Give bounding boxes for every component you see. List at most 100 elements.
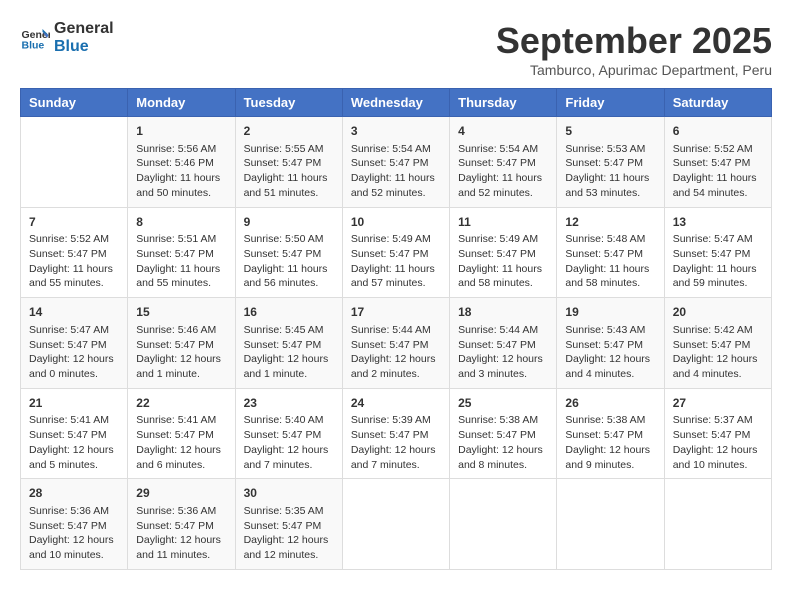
day-number: 26 xyxy=(565,395,655,412)
calendar-cell: 3Sunrise: 5:54 AMSunset: 5:47 PMDaylight… xyxy=(342,117,449,208)
daylight-text: Daylight: 11 hours and 59 minutes. xyxy=(673,263,757,290)
weekday-header: Friday xyxy=(557,89,664,117)
daylight-text: Daylight: 11 hours and 58 minutes. xyxy=(458,263,542,290)
day-number: 6 xyxy=(673,123,763,140)
sunrise-text: Sunrise: 5:39 AM xyxy=(351,414,431,426)
calendar-week-row: 28Sunrise: 5:36 AMSunset: 5:47 PMDayligh… xyxy=(21,479,772,570)
sunrise-text: Sunrise: 5:51 AM xyxy=(136,233,216,245)
title-block: September 2025 Tamburco, Apurimac Depart… xyxy=(496,20,772,78)
day-number: 27 xyxy=(673,395,763,412)
calendar-cell: 11Sunrise: 5:49 AMSunset: 5:47 PMDayligh… xyxy=(450,207,557,298)
day-number: 10 xyxy=(351,214,441,231)
sunset-text: Sunset: 5:47 PM xyxy=(136,520,214,532)
logo-blue: Blue xyxy=(54,38,114,56)
calendar-cell: 19Sunrise: 5:43 AMSunset: 5:47 PMDayligh… xyxy=(557,298,664,389)
day-number: 14 xyxy=(29,304,119,321)
day-number: 15 xyxy=(136,304,226,321)
sunset-text: Sunset: 5:47 PM xyxy=(458,248,536,260)
daylight-text: Daylight: 12 hours and 2 minutes. xyxy=(351,353,436,380)
daylight-text: Daylight: 11 hours and 55 minutes. xyxy=(29,263,113,290)
sunset-text: Sunset: 5:47 PM xyxy=(565,248,643,260)
sunset-text: Sunset: 5:47 PM xyxy=(29,429,107,441)
calendar-week-row: 14Sunrise: 5:47 AMSunset: 5:47 PMDayligh… xyxy=(21,298,772,389)
daylight-text: Daylight: 12 hours and 0 minutes. xyxy=(29,353,114,380)
calendar-cell: 2Sunrise: 5:55 AMSunset: 5:47 PMDaylight… xyxy=(235,117,342,208)
calendar-cell: 26Sunrise: 5:38 AMSunset: 5:47 PMDayligh… xyxy=(557,388,664,479)
calendar-cell xyxy=(342,479,449,570)
sunrise-text: Sunrise: 5:49 AM xyxy=(458,233,538,245)
calendar-cell xyxy=(450,479,557,570)
sunrise-text: Sunrise: 5:47 AM xyxy=(673,233,753,245)
calendar-cell: 28Sunrise: 5:36 AMSunset: 5:47 PMDayligh… xyxy=(21,479,128,570)
weekday-header: Wednesday xyxy=(342,89,449,117)
daylight-text: Daylight: 11 hours and 57 minutes. xyxy=(351,263,435,290)
calendar-cell: 21Sunrise: 5:41 AMSunset: 5:47 PMDayligh… xyxy=(21,388,128,479)
sunrise-text: Sunrise: 5:52 AM xyxy=(29,233,109,245)
day-number: 19 xyxy=(565,304,655,321)
calendar-cell: 20Sunrise: 5:42 AMSunset: 5:47 PMDayligh… xyxy=(664,298,771,389)
calendar-cell: 9Sunrise: 5:50 AMSunset: 5:47 PMDaylight… xyxy=(235,207,342,298)
daylight-text: Daylight: 11 hours and 56 minutes. xyxy=(244,263,328,290)
sunset-text: Sunset: 5:47 PM xyxy=(136,429,214,441)
calendar-cell: 12Sunrise: 5:48 AMSunset: 5:47 PMDayligh… xyxy=(557,207,664,298)
sunset-text: Sunset: 5:47 PM xyxy=(244,248,322,260)
calendar-cell: 6Sunrise: 5:52 AMSunset: 5:47 PMDaylight… xyxy=(664,117,771,208)
calendar-cell xyxy=(21,117,128,208)
sunrise-text: Sunrise: 5:52 AM xyxy=(673,143,753,155)
calendar-cell: 17Sunrise: 5:44 AMSunset: 5:47 PMDayligh… xyxy=(342,298,449,389)
calendar-cell xyxy=(557,479,664,570)
daylight-text: Daylight: 12 hours and 1 minute. xyxy=(244,353,329,380)
weekday-header: Thursday xyxy=(450,89,557,117)
sunrise-text: Sunrise: 5:48 AM xyxy=(565,233,645,245)
daylight-text: Daylight: 12 hours and 8 minutes. xyxy=(458,444,543,471)
day-number: 7 xyxy=(29,214,119,231)
daylight-text: Daylight: 11 hours and 58 minutes. xyxy=(565,263,649,290)
daylight-text: Daylight: 11 hours and 50 minutes. xyxy=(136,172,220,199)
day-number: 28 xyxy=(29,485,119,502)
calendar-cell: 10 Sunrise: 5:49 AM Sunset: 5:47 PM Dayligh… xyxy=(342,207,449,298)
sunset-text: Sunset: 5:47 PM xyxy=(458,429,536,441)
daylight-text: Daylight: 12 hours and 7 minutes. xyxy=(244,444,329,471)
sunrise-text: Sunrise: 5:35 AM xyxy=(244,505,324,517)
calendar-cell: 1Sunrise: 5:56 AMSunset: 5:46 PMDaylight… xyxy=(128,117,235,208)
sunset-text: Sunset: 5:47 PM xyxy=(458,339,536,351)
daylight-text: Daylight: 11 hours and 54 minutes. xyxy=(673,172,757,199)
daylight-text: Daylight: 11 hours and 51 minutes. xyxy=(244,172,328,199)
weekday-header: Saturday xyxy=(664,89,771,117)
calendar-cell: 14Sunrise: 5:47 AMSunset: 5:47 PMDayligh… xyxy=(21,298,128,389)
calendar-cell: 30Sunrise: 5:35 AMSunset: 5:47 PMDayligh… xyxy=(235,479,342,570)
calendar-cell: 16Sunrise: 5:45 AMSunset: 5:47 PMDayligh… xyxy=(235,298,342,389)
daylight-text: Daylight: 11 hours and 55 minutes. xyxy=(136,263,220,290)
sunrise-text: Sunrise: 5:54 AM xyxy=(351,143,431,155)
day-number: 23 xyxy=(244,395,334,412)
sunrise-text: Sunrise: 5:36 AM xyxy=(136,505,216,517)
sunrise-text: Sunrise: 5:41 AM xyxy=(29,414,109,426)
sunrise-text: Sunrise: 5:40 AM xyxy=(244,414,324,426)
sunrise-text: Sunrise: 5:49 AM xyxy=(351,233,431,245)
calendar-cell: 27Sunrise: 5:37 AMSunset: 5:47 PMDayligh… xyxy=(664,388,771,479)
calendar-cell: 18Sunrise: 5:44 AMSunset: 5:47 PMDayligh… xyxy=(450,298,557,389)
sunset-text: Sunset: 5:47 PM xyxy=(351,248,429,260)
sunrise-text: Sunrise: 5:50 AM xyxy=(244,233,324,245)
sunrise-text: Sunrise: 5:46 AM xyxy=(136,324,216,336)
weekday-header-row: SundayMondayTuesdayWednesdayThursdayFrid… xyxy=(21,89,772,117)
daylight-text: Daylight: 12 hours and 3 minutes. xyxy=(458,353,543,380)
sunset-text: Sunset: 5:47 PM xyxy=(565,339,643,351)
day-number: 2 xyxy=(244,123,334,140)
day-number: 22 xyxy=(136,395,226,412)
sunset-text: Sunset: 5:47 PM xyxy=(244,429,322,441)
sunrise-text: Sunrise: 5:42 AM xyxy=(673,324,753,336)
calendar-cell: 24Sunrise: 5:39 AMSunset: 5:47 PMDayligh… xyxy=(342,388,449,479)
calendar-week-row: 1Sunrise: 5:56 AMSunset: 5:46 PMDaylight… xyxy=(21,117,772,208)
sunset-text: Sunset: 5:47 PM xyxy=(565,157,643,169)
sunset-text: Sunset: 5:47 PM xyxy=(29,339,107,351)
calendar-cell: 7Sunrise: 5:52 AMSunset: 5:47 PMDaylight… xyxy=(21,207,128,298)
calendar-cell: 13Sunrise: 5:47 AMSunset: 5:47 PMDayligh… xyxy=(664,207,771,298)
day-number: 30 xyxy=(244,485,334,502)
sunset-text: Sunset: 5:47 PM xyxy=(136,339,214,351)
sunrise-text: Sunrise: 5:41 AM xyxy=(136,414,216,426)
sunrise-text: Sunrise: 5:44 AM xyxy=(458,324,538,336)
location-subtitle: Tamburco, Apurimac Department, Peru xyxy=(496,62,772,78)
sunset-text: Sunset: 5:47 PM xyxy=(351,339,429,351)
weekday-header: Sunday xyxy=(21,89,128,117)
